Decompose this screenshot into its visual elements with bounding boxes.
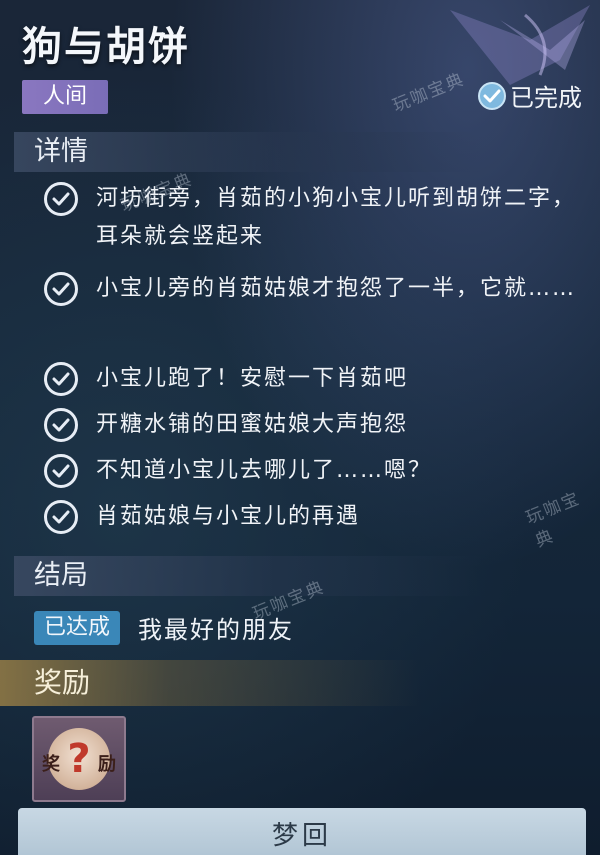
- completed-label: 已完成: [510, 84, 582, 112]
- realm-tag: 人间: [22, 80, 108, 114]
- check-icon: [44, 408, 78, 442]
- check-circle-icon: [478, 81, 506, 110]
- reward-item[interactable]: ? 奖 励: [32, 716, 126, 802]
- detail-text: 肖茹姑娘与小宝儿的再遇: [96, 504, 361, 529]
- ending-achieved-badge: 已达成: [34, 610, 121, 645]
- check-icon: [44, 454, 78, 488]
- details-header: 详情: [14, 132, 484, 172]
- list-item: 小宝儿跑了！安慰一下肖茹吧: [44, 360, 586, 398]
- detail-text: 小宝儿旁的肖茹姑娘才抱怨了一半，它就……: [96, 276, 577, 301]
- watermark: 玩咖宝典: [389, 69, 468, 117]
- detail-text: 小宝儿跑了！安慰一下肖茹吧: [96, 366, 409, 391]
- completed-status: 已完成: [478, 78, 582, 113]
- list-item: 肖茹姑娘与小宝儿的再遇: [44, 498, 586, 536]
- check-icon: [44, 272, 78, 306]
- check-icon: [44, 500, 78, 534]
- revisit-dream-button[interactable]: 梦回: [18, 808, 586, 855]
- list-item: 小宝儿旁的肖茹姑娘才抱怨了一半，它就……: [44, 270, 586, 308]
- ending-header: 结局: [14, 556, 484, 596]
- reward-item-label: 奖 励: [42, 754, 116, 775]
- quest-panel: 狗与胡饼 人间 已完成 详情 河坊街旁，肖茹的小狗小宝儿听到胡饼二字，耳朵就会竖…: [0, 0, 600, 855]
- check-icon: [44, 362, 78, 396]
- quest-title: 狗与胡饼: [22, 24, 190, 70]
- check-icon: [44, 182, 78, 216]
- list-item: 不知道小宝儿去哪儿了……嗯？: [44, 452, 586, 490]
- list-item: 开糖水铺的田蜜姑娘大声抱怨: [44, 406, 586, 444]
- butterfly-wing-icon: [450, 5, 590, 85]
- mystery-reward-icon: ? 奖 励: [42, 728, 116, 790]
- reward-header: 奖励: [0, 660, 420, 706]
- detail-text: 开糖水铺的田蜜姑娘大声抱怨: [96, 412, 409, 437]
- detail-text: 不知道小宝儿去哪儿了……嗯？: [96, 458, 433, 483]
